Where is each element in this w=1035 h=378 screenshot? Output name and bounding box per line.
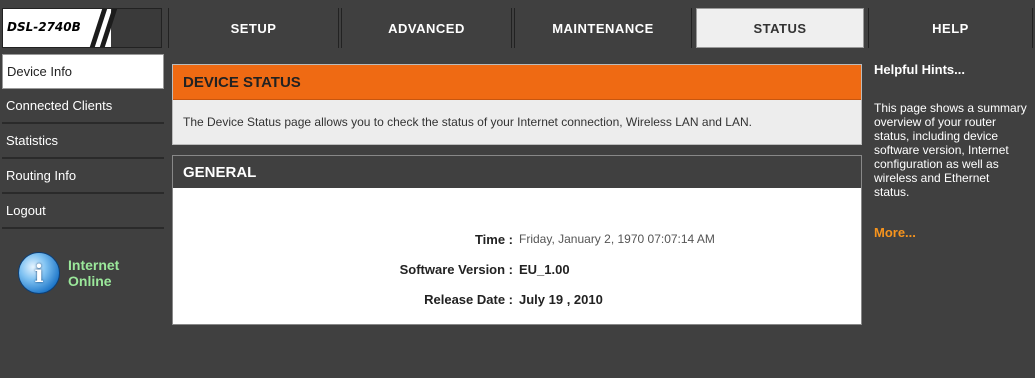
tab-help[interactable]: HELP (868, 8, 1033, 48)
device-status-panel: DEVICE STATUS The Device Status page all… (172, 64, 862, 145)
time-row: Time : Friday, January 2, 1970 07:07:14 … (173, 232, 861, 252)
general-body: Time : Friday, January 2, 1970 07:07:14 … (173, 188, 861, 324)
release-date-value: July 19 , 2010 (519, 292, 603, 307)
model-logo: DSL-2740B (2, 8, 162, 48)
main-content: DEVICE STATUS The Device Status page all… (172, 64, 862, 325)
sidebar-item-routing-info[interactable]: Routing Info (2, 159, 164, 194)
info-globe-icon: i (18, 252, 60, 294)
internet-status-line2: Online (68, 273, 112, 289)
model-name: DSL-2740B (7, 20, 81, 34)
release-date-label: Release Date : (424, 292, 513, 307)
internet-status-line1: Internet (68, 257, 120, 273)
device-status-description: The Device Status page allows you to che… (183, 115, 752, 129)
time-label: Time : (474, 232, 513, 247)
software-version-label: Software Version : (399, 262, 513, 277)
hints-text: This page shows a summary overview of yo… (874, 101, 1027, 199)
tab-maintenance[interactable]: MAINTENANCE (514, 8, 692, 48)
time-value: Friday, January 2, 1970 07:07:14 AM (519, 232, 715, 246)
logo-stripes (111, 9, 161, 47)
info-i-glyph: i (34, 258, 44, 288)
internet-status: i Internet Online (2, 235, 164, 311)
release-date-row: Release Date : July 19 , 2010 (173, 292, 861, 312)
tab-setup[interactable]: SETUP (168, 8, 339, 48)
internet-status-text: Internet Online (68, 257, 119, 289)
hints-title: Helpful Hints... (874, 62, 965, 77)
helpful-hints-panel: Helpful Hints... This page shows a summa… (870, 54, 1033, 378)
top-nav: DSL-2740B SETUP ADVANCED MAINTENANCE STA… (0, 8, 1035, 48)
general-title: GENERAL (173, 156, 861, 188)
device-status-title: DEVICE STATUS (173, 65, 861, 100)
sidebar-item-device-info[interactable]: Device Info (2, 54, 164, 89)
software-version-row: Software Version : EU_1.00 (173, 262, 861, 282)
general-panel: GENERAL Time : Friday, January 2, 1970 0… (172, 155, 862, 325)
tab-status[interactable]: STATUS (696, 8, 864, 48)
software-version-value: EU_1.00 (519, 262, 570, 277)
sidebar-item-statistics[interactable]: Statistics (2, 124, 164, 159)
router-status-page: DSL-2740B SETUP ADVANCED MAINTENANCE STA… (0, 0, 1035, 378)
sidebar-item-logout[interactable]: Logout (2, 194, 164, 229)
hints-more-link[interactable]: More... (870, 199, 1033, 240)
tab-advanced[interactable]: ADVANCED (341, 8, 512, 48)
sidebar-item-connected-clients[interactable]: Connected Clients (2, 89, 164, 124)
sidebar: Device Info Connected Clients Statistics… (2, 54, 164, 311)
